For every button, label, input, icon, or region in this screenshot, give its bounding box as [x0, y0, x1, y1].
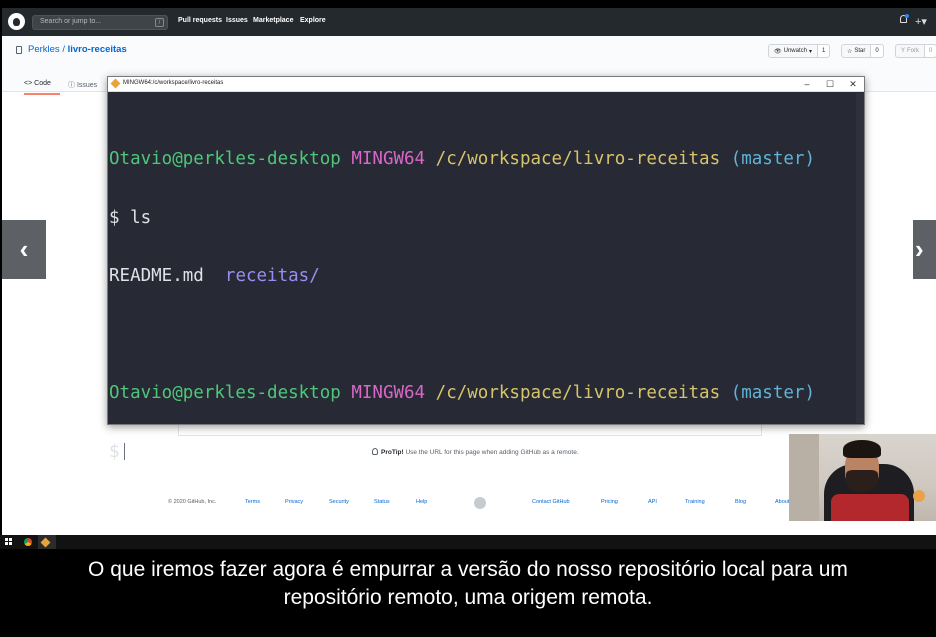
search-shortcut-key: /: [155, 18, 164, 27]
command-line: $ ls: [109, 207, 152, 228]
prompt-branch: (master): [730, 149, 815, 169]
github-header: Search or jump to... / Pull requests Iss…: [2, 8, 936, 36]
star-button[interactable]: ☆ Star 0: [841, 44, 884, 58]
video-subtitle: O que iremos fazer agora é empurrar a ve…: [0, 556, 936, 612]
fork-button[interactable]: Y Fork 0: [895, 44, 936, 58]
chevron-left-icon: ‹: [19, 234, 29, 264]
webcam-chair-accent: [831, 494, 909, 521]
fork-count[interactable]: 0: [925, 45, 936, 57]
repo-icon: [16, 46, 22, 54]
prompt-path: /c/workspace/livro-receitas: [435, 383, 721, 403]
subtitle-line-2: repositório remoto, uma origem remota.: [283, 586, 653, 609]
ls-directory: receitas/: [224, 266, 320, 286]
eye-icon: 👁: [774, 48, 782, 55]
prompt-line: Otavio@perkles-desktop MINGW64 /c/worksp…: [109, 383, 849, 404]
prompt-user-host: Otavio@perkles-desktop: [109, 149, 341, 169]
prompt-symbol: $: [109, 441, 120, 462]
git-bash-icon: [110, 78, 121, 89]
fork-icon: Y: [901, 48, 906, 54]
unwatch-label: Unwatch: [783, 48, 807, 54]
star-label: Star: [854, 48, 866, 54]
windows-start-icon[interactable]: [5, 538, 13, 546]
terminal-titlebar[interactable]: MINGW64:/c/workspace/livro-receitas – ☐ …: [108, 77, 864, 92]
search-input[interactable]: Search or jump to... /: [32, 15, 168, 30]
maximize-button[interactable]: ☐: [819, 78, 841, 90]
terminal-window[interactable]: MINGW64:/c/workspace/livro-receitas – ☐ …: [107, 76, 865, 461]
chevron-right-icon: ›: [915, 234, 924, 264]
webcam-overlay: [789, 434, 936, 521]
repo-name-link[interactable]: livro-receitas: [68, 44, 127, 55]
nav-issues[interactable]: Issues: [226, 17, 248, 24]
prompt-shell: MINGW64: [351, 383, 426, 403]
code-icon: <>: [24, 80, 33, 87]
prompt-branch: (master): [730, 383, 815, 403]
search-placeholder: Search or jump to...: [40, 18, 102, 25]
webcam-presenter-hair: [843, 440, 881, 458]
terminal-output[interactable]: Otavio@perkles-desktop MINGW64 /c/worksp…: [109, 111, 849, 501]
terminal-scrollbar[interactable]: [856, 93, 864, 423]
next-slide-button[interactable]: ›: [913, 220, 936, 279]
tab-code-label: Code: [34, 80, 51, 87]
ls-output: README.md receitas/: [109, 266, 849, 287]
text-cursor: [123, 442, 125, 460]
webcam-lamp: [913, 490, 925, 502]
watch-count[interactable]: 1: [817, 45, 830, 57]
input-line[interactable]: $: [109, 441, 849, 463]
fork-label: Fork: [907, 48, 920, 54]
subtitle-line-1: O que iremos fazer agora é empurrar a ve…: [88, 558, 848, 581]
video-frame: Search or jump to... / Pull requests Iss…: [0, 0, 936, 637]
previous-slide-button[interactable]: ‹: [2, 220, 46, 279]
prompt-shell: MINGW64: [351, 149, 426, 169]
webcam-background: [789, 434, 819, 521]
github-logo-icon[interactable]: [8, 13, 25, 30]
prompt-path: /c/workspace/livro-receitas: [435, 149, 721, 169]
terminal-title: MINGW64:/c/workspace/livro-receitas: [123, 80, 224, 86]
repo-separator: /: [62, 44, 65, 55]
create-new-plus-icon[interactable]: +▾: [915, 15, 927, 28]
star-icon: ☆: [847, 48, 853, 55]
chrome-icon[interactable]: [24, 538, 32, 546]
windows-taskbar: [0, 535, 936, 549]
star-count[interactable]: 0: [871, 45, 883, 57]
tab-code[interactable]: <> Code: [24, 80, 60, 95]
close-button[interactable]: ✕: [842, 78, 864, 90]
prompt-line: Otavio@perkles-desktop MINGW64 /c/worksp…: [109, 149, 849, 170]
repo-owner-link[interactable]: Perkles: [28, 44, 60, 55]
minimize-button[interactable]: –: [796, 78, 818, 90]
nav-pull-requests[interactable]: Pull requests: [178, 17, 222, 24]
tab-issues[interactable]: ⓘ Issues: [68, 80, 97, 90]
unwatch-button[interactable]: 👁 Unwatch ▾ 1: [768, 44, 831, 58]
webcam-presenter-beard: [846, 470, 878, 492]
nav-marketplace[interactable]: Marketplace: [253, 17, 293, 24]
ls-file: README.md: [109, 266, 204, 286]
repo-title: Perkles / livro-receitas: [28, 44, 127, 55]
prompt-user-host: Otavio@perkles-desktop: [109, 383, 341, 403]
issue-opened-icon: ⓘ: [68, 82, 75, 89]
tab-issues-label: Issues: [76, 82, 98, 89]
nav-explore[interactable]: Explore: [300, 17, 326, 24]
notifications-bell-icon[interactable]: [899, 14, 909, 26]
